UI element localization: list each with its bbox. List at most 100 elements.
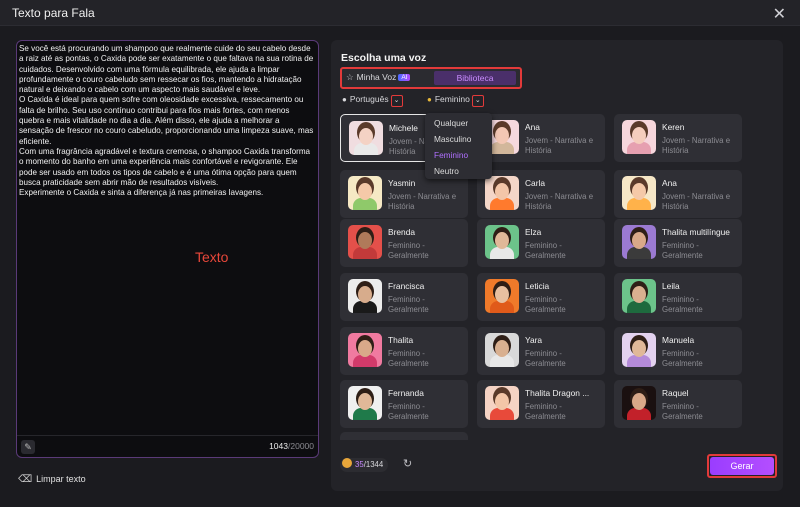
voice-name: Yasmin <box>388 178 416 188</box>
avatar-face <box>495 393 509 410</box>
avatar-face <box>632 183 646 200</box>
voice-name: Keren <box>662 122 685 132</box>
voice-description: Feminino - Geralmente <box>525 241 566 260</box>
voice-description: Jovem - Narrativa e História <box>662 136 731 155</box>
voice-panel-title: Escolha uma voz <box>341 52 427 64</box>
window-title: Texto para Fala <box>12 6 95 20</box>
voice-description: Feminino - Geralmente <box>388 349 429 368</box>
voice-avatar <box>622 279 656 313</box>
voice-name: Thalita Dragon ... <box>525 388 590 398</box>
voice-description: Feminino - Geralmente <box>662 241 703 260</box>
avatar-face <box>495 232 509 249</box>
clear-text-button[interactable]: ⌫ Limpar texto <box>18 474 86 485</box>
credits-current: 35 <box>355 460 364 469</box>
voice-description: Feminino - Geralmente <box>525 295 566 314</box>
gender-option-masculino[interactable]: Masculino <box>434 134 471 144</box>
tab-my-voice-label: Minha Voz <box>356 72 397 82</box>
voice-card[interactable]: Thalita Dragon ... Feminino - Geralmente <box>477 380 605 428</box>
refresh-icon[interactable]: ↻ <box>403 457 412 470</box>
voice-description: Jovem - Narrativa e História <box>525 136 594 155</box>
voice-avatar <box>348 279 382 313</box>
voice-card[interactable]: Ana Jovem - Narrativa e História <box>614 170 742 218</box>
gender-filter[interactable]: ● Feminino ⌄ <box>427 94 484 110</box>
voice-description: Feminino - Geralmente <box>662 349 703 368</box>
editor-footer: ✎ 1043/20000 <box>17 435 318 457</box>
avatar-face <box>358 286 372 303</box>
avatar-face <box>495 127 509 144</box>
voice-card[interactable]: Thalita Feminino - Geralmente <box>340 327 468 375</box>
voice-card[interactable]: Carla Jovem - Narrativa e História <box>477 170 605 218</box>
voice-description: Jovem - Narrativa e História <box>662 192 731 211</box>
voice-card[interactable]: Elza Feminino - Geralmente <box>477 219 605 267</box>
voice-avatar <box>348 333 382 367</box>
voice-card-partial <box>340 432 468 440</box>
chevron-down-icon[interactable]: ⌄ <box>471 95 484 107</box>
voice-avatar <box>485 386 519 420</box>
avatar-face <box>632 393 646 410</box>
voice-source-tabs: ☆ Minha Voz AI Biblioteca <box>340 67 522 89</box>
voice-name: Thalita multilíngue <box>662 227 730 237</box>
voice-name: Carla <box>525 178 546 188</box>
voice-name: Manuela <box>662 335 695 345</box>
voice-card[interactable]: Ana Jovem - Narrativa e História <box>477 114 605 162</box>
avatar-face <box>358 393 372 410</box>
title-bar: Texto para Fala ✕ <box>0 0 800 26</box>
avatar-face <box>632 340 646 357</box>
voice-description: Feminino - Geralmente <box>388 402 429 421</box>
avatar-face <box>495 286 509 303</box>
language-filter[interactable]: ● Português ⌄ <box>342 94 403 110</box>
voice-card[interactable]: Raquel Feminino - Geralmente <box>614 380 742 428</box>
voice-name: Francisca <box>388 281 425 291</box>
voice-avatar <box>622 176 656 210</box>
voice-avatar <box>485 225 519 259</box>
voice-name: Ana <box>525 122 540 132</box>
close-icon[interactable]: ✕ <box>773 4 786 24</box>
voice-card[interactable]: Manuela Feminino - Geralmente <box>614 327 742 375</box>
gender-option-qualquer[interactable]: Qualquer <box>434 118 468 128</box>
voice-card[interactable]: Keren Jovem - Narrativa e História <box>614 114 742 162</box>
voice-avatar <box>348 176 382 210</box>
text-editor[interactable]: Se você está procurando um shampoo que r… <box>16 40 319 458</box>
credits-indicator: 35/1344 <box>340 458 389 472</box>
gender-option-neutro[interactable]: Neutro <box>434 166 459 176</box>
voice-name: Leila <box>662 281 680 291</box>
voice-description: Feminino - Geralmente <box>388 241 429 260</box>
coin-icon <box>342 458 352 468</box>
voice-description: Feminino - Geralmente <box>662 295 703 314</box>
tab-library[interactable]: Biblioteca <box>434 71 516 85</box>
voice-card[interactable]: Brenda Feminino - Geralmente <box>340 219 468 267</box>
voice-card[interactable]: Fernanda Feminino - Geralmente <box>340 380 468 428</box>
generate-button[interactable]: Gerar <box>710 457 774 475</box>
voice-name: Ana <box>662 178 677 188</box>
voice-card[interactable]: Leila Feminino - Geralmente <box>614 273 742 321</box>
star-icon: ☆ <box>346 72 354 82</box>
voice-card[interactable]: Leticia Feminino - Geralmente <box>477 273 605 321</box>
avatar-face <box>632 127 646 144</box>
voice-name: Thalita <box>388 335 414 345</box>
voice-avatar <box>348 225 382 259</box>
magic-wand-icon[interactable]: ✎ <box>21 440 35 454</box>
voice-avatar <box>622 333 656 367</box>
chevron-down-icon[interactable]: ⌄ <box>390 95 403 107</box>
avatar-face <box>358 232 372 249</box>
voice-description: Feminino - Geralmente <box>388 295 429 314</box>
voice-card[interactable]: Thalita multilíngue Feminino - Geralmente <box>614 219 742 267</box>
tab-my-voice[interactable]: ☆ Minha Voz AI <box>346 72 411 83</box>
voice-card[interactable]: Francisca Feminino - Geralmente <box>340 273 468 321</box>
voice-avatar <box>622 120 656 154</box>
avatar-face <box>358 340 372 357</box>
voice-name: Elza <box>525 227 542 237</box>
text-watermark-label: Texto <box>195 249 229 265</box>
character-max: /20000 <box>288 441 314 451</box>
voice-name: Fernanda <box>388 388 424 398</box>
text-input-content[interactable]: Se você está procurando um shampoo que r… <box>19 44 315 198</box>
gender-option-feminino[interactable]: Feminino <box>434 150 468 160</box>
character-count: 1043 <box>269 441 288 451</box>
avatar-face <box>632 286 646 303</box>
voice-name: Raquel <box>662 388 689 398</box>
eraser-icon: ⌫ <box>18 474 33 485</box>
voice-description: Feminino - Geralmente <box>525 349 566 368</box>
voice-description: Feminino - Geralmente <box>525 402 566 421</box>
gender-dropdown: Qualquer Masculino Feminino Neutro <box>425 113 492 179</box>
voice-card[interactable]: Yara Feminino - Geralmente <box>477 327 605 375</box>
